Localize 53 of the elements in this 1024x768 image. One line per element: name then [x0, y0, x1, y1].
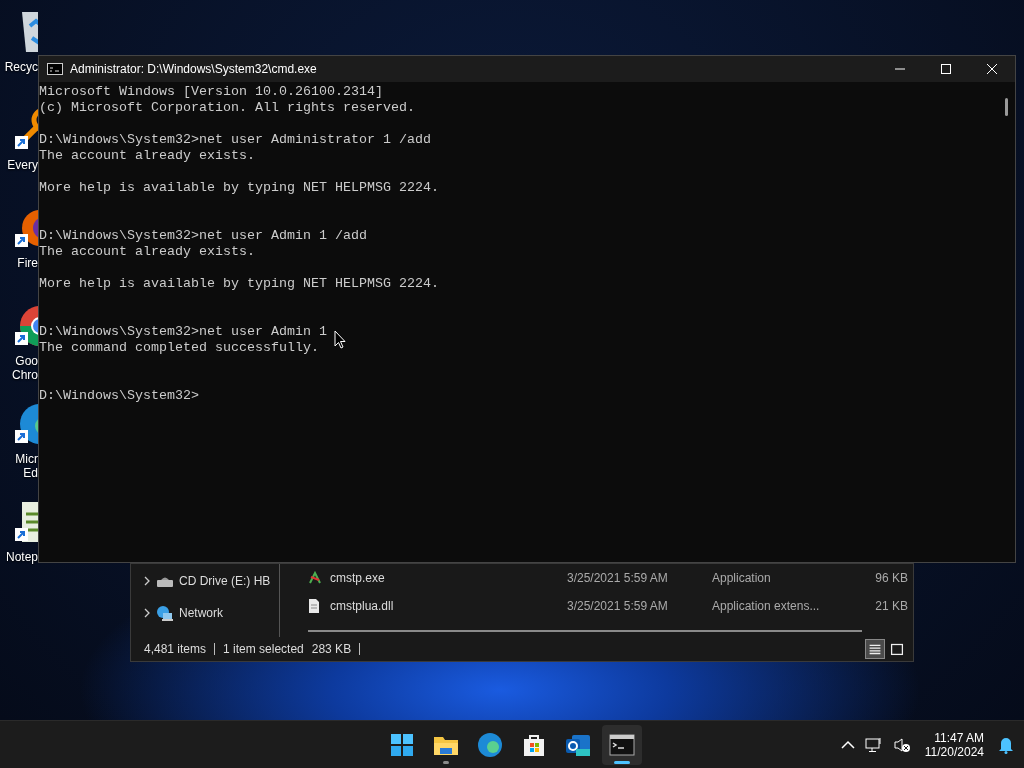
file-type: Application [712, 571, 772, 585]
console-line: More help is available by typing NET HELPMSG 2224. [39, 276, 439, 292]
terminal-icon [608, 731, 636, 759]
close-icon [987, 64, 997, 74]
scrollbar-thumb[interactable] [1005, 98, 1008, 116]
mouse-pointer-icon [334, 330, 346, 349]
windows-logo-icon [388, 731, 416, 759]
console-line: D:\Windows\System32>net user Administrator 1 /add [39, 132, 431, 148]
document-icon [308, 599, 320, 613]
console-line: D:\Windows\System32> [39, 388, 199, 404]
desktop-icon-label[interactable]: Fire [17, 256, 38, 270]
scrollbar[interactable] [308, 630, 862, 632]
console-line: The command completed successfully. [39, 340, 319, 356]
drive-icon [157, 575, 173, 587]
console-line: D:\Windows\System32>net user Admin 1 [39, 324, 327, 340]
selection-size: 283 KB [311, 642, 352, 657]
desktop-icon-label[interactable]: Micr Ed [15, 452, 38, 480]
file-size: 21 KB [874, 599, 908, 613]
file-date: 3/25/2021 5:59 AM [567, 599, 669, 613]
chevron-icon[interactable] [143, 608, 151, 618]
browser-icon [476, 731, 504, 759]
file-date: 3/25/2021 5:59 AM [567, 571, 669, 585]
nav-item[interactable]: Network [179, 606, 223, 620]
console-line: More help is available by typing NET HELPMSG 2224. [39, 180, 439, 196]
console-line: The account already exists. [39, 244, 255, 260]
console-line: (c) Microsoft Corporation. All rights reserved. [39, 100, 415, 116]
program-file-icon [308, 571, 322, 585]
network-icon [157, 605, 173, 621]
console-line: Microsoft Windows [Version 10.0.26100.2314] [39, 84, 383, 100]
bell-icon[interactable] [998, 735, 1014, 754]
console-line: The account already exists. [39, 148, 255, 164]
selection-count: 1 item selected [223, 642, 304, 657]
item-count: 4,481 items [144, 642, 207, 657]
desktop-icon-label[interactable]: Recyc [4, 60, 38, 74]
desktop-icon-label[interactable]: Goo Chro [12, 354, 38, 382]
desktop-icon-label[interactable]: Notep [5, 550, 38, 564]
monitor-icon[interactable] [864, 736, 883, 753]
maximize-icon [941, 64, 951, 74]
file-type: Application extens... [712, 599, 821, 613]
file-name[interactable]: cmstplua.dll [330, 599, 567, 613]
details-view-button[interactable] [865, 639, 885, 660]
window-title: Administrator: D:\Windows\System32\cmd.exe [70, 62, 317, 76]
file-name[interactable]: cmstp.exe [330, 571, 567, 585]
speaker-muted-icon[interactable] [892, 736, 911, 753]
file-size: 96 KB [874, 571, 908, 585]
taskbar-app-button[interactable] [602, 725, 642, 765]
chevron-up-icon[interactable] [840, 739, 855, 750]
chevron-icon[interactable] [143, 576, 151, 586]
nav-item[interactable]: CD Drive (E:) HB [179, 574, 271, 588]
console-icon [47, 63, 63, 75]
console-line: D:\Windows\System32>net user Admin 1 /add [39, 228, 367, 244]
clock[interactable]: 11:47 AM 11/20/2024 [920, 730, 988, 759]
desktop-icon-label[interactable]: Every [7, 158, 38, 172]
